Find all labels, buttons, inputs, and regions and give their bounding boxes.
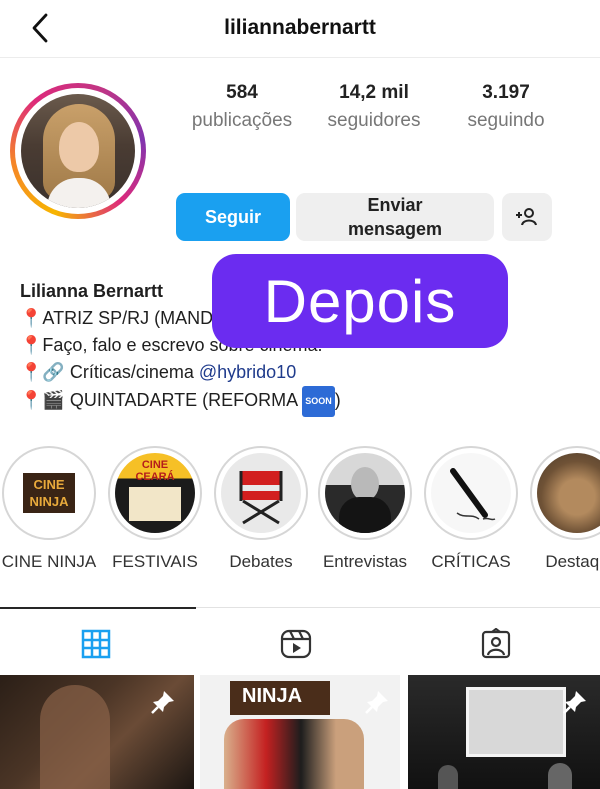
pin-icon [151, 691, 174, 714]
story-highlights: CINE NINJA CINE NINJA CINE CEARÁ FESTIVA… [0, 446, 600, 578]
pin-icon [365, 691, 388, 714]
highlight-destaques[interactable]: Destaqu [522, 446, 600, 572]
top-bar: liliannabernartt [0, 0, 600, 58]
tagged-icon [481, 628, 511, 659]
highlight-label: CINE NINJA [1, 552, 97, 571]
follow-button[interactable]: Seguir [176, 193, 290, 241]
grid-icon [81, 629, 111, 659]
director-chair-icon [239, 471, 283, 525]
profile-tabs [0, 607, 600, 675]
soon-icon: SOON [302, 386, 335, 417]
tab-reels[interactable] [278, 626, 314, 662]
highlight-debates[interactable]: Debates [206, 446, 316, 572]
reels-icon [280, 629, 312, 659]
highlight-label: CRÍTICAS [431, 552, 511, 571]
highlight-entrevistas[interactable]: Entrevistas [310, 446, 420, 572]
pin-icon: 📍 [20, 335, 43, 355]
send-message-line2: mensagem [347, 219, 443, 239]
suggested-accounts-button[interactable] [502, 193, 552, 241]
add-user-icon [516, 208, 537, 226]
stat-followers[interactable]: 14,2 mil seguidores [314, 82, 434, 132]
following-label: seguindo [467, 110, 545, 131]
bio-line-1: ATRIZ SP/RJ (MAND [42, 308, 214, 328]
post-tile[interactable] [408, 675, 600, 789]
followers-label: seguidores [327, 110, 421, 131]
stat-posts[interactable]: 584 publicações [182, 82, 302, 132]
tab-posts[interactable] [78, 626, 114, 662]
following-count: 3.197 [482, 82, 530, 103]
post-cover-text: NINJA [242, 685, 303, 707]
pin-icon [563, 691, 586, 714]
bio-line-3: 🔗 Críticas/cinema [42, 362, 199, 382]
posts-count: 584 [226, 82, 258, 103]
highlight-criticas[interactable]: CRÍTICAS [416, 446, 526, 572]
pin-icon: 📍 [20, 362, 43, 382]
bio-line-4-end: ) [334, 390, 341, 410]
stat-following[interactable]: 3.197 seguindo [446, 82, 566, 132]
pin-icon: 📍 [20, 308, 43, 328]
send-message-line1: Enviar [367, 195, 423, 215]
send-message-button[interactable]: Enviar mensagem [296, 193, 494, 241]
pen-icon [450, 468, 496, 521]
avatar-story-ring[interactable] [10, 83, 146, 219]
highlight-label: Destaqu [545, 552, 600, 571]
highlight-cine-ninja[interactable]: CINE NINJA CINE NINJA [0, 446, 104, 572]
pin-icon: 📍 [20, 390, 43, 410]
highlight-label: Debates [229, 552, 293, 571]
post-tile[interactable] [0, 675, 194, 789]
highlight-label: FESTIVAIS [112, 552, 198, 571]
profile-username: liliannabernartt [224, 16, 376, 39]
active-tab-indicator [0, 607, 196, 609]
posts-label: publicações [191, 110, 293, 131]
festival-poster-text: CINE CEARÁ [135, 459, 175, 483]
highlight-label: Entrevistas [322, 552, 408, 571]
bio-line-4: 🎬 QUINTADARTE (REFORMA [42, 390, 303, 410]
tab-tagged[interactable] [478, 626, 514, 662]
bio-mention-link[interactable]: @hybrido10 [199, 362, 296, 382]
posts-grid: NINJA [0, 675, 600, 789]
cine-ninja-logo: CINE NINJA [23, 473, 75, 513]
avatar [21, 94, 135, 208]
highlight-festivais[interactable]: CINE CEARÁ FESTIVAIS [100, 446, 210, 572]
followers-count: 14,2 mil [339, 82, 409, 103]
after-label-badge: Depois [212, 254, 508, 348]
post-tile[interactable]: NINJA [200, 675, 400, 789]
